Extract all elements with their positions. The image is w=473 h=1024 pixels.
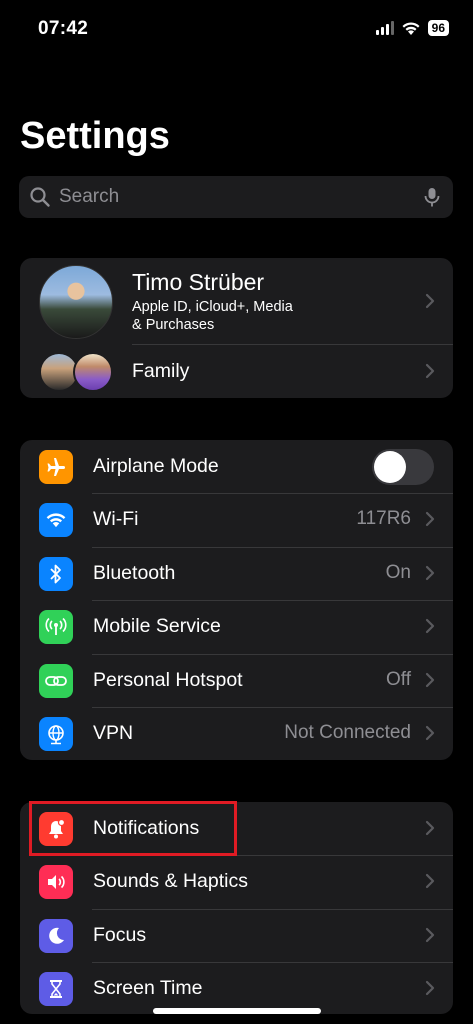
profile-name: Timo Strüber — [132, 269, 265, 295]
vpn-value: Not Connected — [284, 721, 411, 743]
wifi-icon — [39, 503, 73, 538]
search-input[interactable] — [57, 185, 401, 209]
microphone-icon[interactable] — [421, 186, 443, 208]
chevron-right-icon — [425, 565, 435, 580]
toggle-knob — [374, 451, 406, 483]
chevron-right-icon — [425, 293, 435, 309]
notifications-highlight-box — [29, 801, 237, 856]
airplane-mode-row[interactable]: Airplane Mode — [20, 440, 453, 493]
avatar — [39, 265, 113, 339]
airplane-mode-label: Airplane Mode — [93, 455, 219, 477]
chevron-right-icon — [425, 820, 435, 836]
profile-subtitle-line1: Apple ID, iCloud+, Media — [132, 299, 293, 315]
chevron-right-icon — [425, 981, 435, 996]
wifi-value: 117R6 — [356, 508, 411, 530]
bluetooth-label: Bluetooth — [93, 561, 176, 584]
home-indicator[interactable] — [153, 1008, 321, 1014]
cellular-signal-icon — [375, 21, 394, 35]
family-member-avatar — [73, 352, 113, 392]
profile-group: Timo Strüber Apple ID, iCloud+, Media & … — [20, 258, 453, 398]
sounds-haptics-row[interactable]: Sounds & Haptics — [20, 855, 453, 908]
bluetooth-icon — [39, 556, 73, 591]
focus-row[interactable]: Focus — [20, 909, 453, 962]
search-bar[interactable] — [19, 176, 453, 218]
personal-hotspot-label: Personal Hotspot — [93, 668, 243, 691]
chevron-right-icon — [425, 725, 435, 741]
airplane-mode-toggle[interactable] — [372, 449, 434, 485]
wifi-row[interactable]: Wi-Fi 117R6 — [20, 493, 453, 546]
moon-icon — [39, 918, 73, 953]
mobile-service-row[interactable]: Mobile Service — [20, 600, 453, 653]
vpn-label: VPN — [93, 721, 134, 744]
personal-hotspot-row[interactable]: Personal Hotspot Off — [20, 654, 453, 707]
vpn-row[interactable]: VPN Not Connected — [20, 707, 453, 760]
profile-subtitle: Apple ID, iCloud+, Media & Purchases — [132, 298, 332, 334]
sounds-haptics-label: Sounds & Haptics — [93, 870, 249, 893]
profile-subtitle-line2: & Purchases — [132, 317, 215, 333]
link-icon — [39, 663, 73, 698]
status-bar: 07:42 96 — [0, 0, 473, 60]
family-avatars — [39, 352, 113, 392]
chevron-right-icon — [425, 512, 435, 527]
airplane-icon — [39, 450, 73, 484]
bluetooth-row[interactable]: Bluetooth On — [20, 547, 453, 600]
chevron-right-icon — [425, 363, 435, 379]
chevron-right-icon — [425, 927, 435, 942]
page-title: Settings — [20, 115, 170, 157]
connectivity-group: Airplane Mode Wi-Fi 117R6 Bluetooth On M… — [20, 440, 453, 761]
chevron-right-icon — [425, 874, 435, 889]
apple-id-row[interactable]: Timo Strüber Apple ID, iCloud+, Media & … — [20, 258, 453, 344]
bluetooth-value: On — [385, 561, 411, 583]
wifi-status-icon — [402, 21, 420, 35]
family-row[interactable]: Family — [20, 344, 453, 398]
chevron-right-icon — [425, 619, 435, 634]
screen-time-label: Screen Time — [93, 977, 203, 1000]
search-icon — [30, 187, 50, 207]
status-icons: 96 — [375, 20, 449, 36]
status-time: 07:42 — [38, 18, 89, 39]
battery-indicator: 96 — [427, 20, 449, 36]
chevron-right-icon — [425, 672, 435, 687]
screen-time-row[interactable]: Screen Time — [20, 962, 453, 1014]
family-label: Family — [132, 360, 190, 382]
mobile-service-label: Mobile Service — [93, 615, 221, 638]
globe-icon — [39, 716, 73, 751]
speaker-icon — [39, 865, 73, 900]
hourglass-icon — [39, 972, 73, 1007]
personal-hotspot-value: Off — [386, 668, 411, 690]
wifi-label: Wi-Fi — [93, 508, 139, 531]
focus-label: Focus — [93, 923, 147, 946]
antenna-icon — [39, 610, 73, 645]
